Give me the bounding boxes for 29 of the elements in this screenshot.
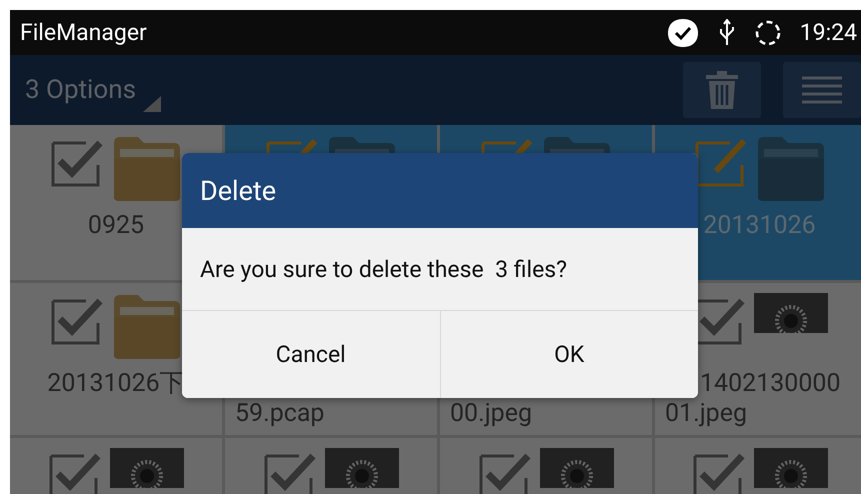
folder-icon [756, 135, 826, 203]
sync-icon [754, 18, 782, 46]
file-name: 20131026 [703, 211, 816, 241]
clock-time: 19:24 [800, 19, 857, 46]
folder-icon [112, 135, 182, 203]
app-title: FileManager [20, 19, 148, 46]
image-thumbnail-icon [754, 293, 828, 333]
trash-icon [705, 71, 739, 109]
cancel-button[interactable]: Cancel [182, 311, 440, 398]
menu-button[interactable] [783, 62, 861, 118]
menu-icon [802, 75, 842, 105]
file-name: 01.jpeg [665, 399, 748, 429]
image-thumbnail-icon [754, 448, 828, 488]
delete-button[interactable] [683, 62, 761, 118]
selection-dropdown[interactable]: 3 Options [25, 62, 161, 118]
file-name: 0925 [88, 211, 144, 241]
ok-button[interactable]: OK [440, 311, 698, 398]
usb-icon [718, 18, 736, 46]
image-thumbnail-icon [325, 448, 399, 488]
image-thumbnail-icon [540, 448, 614, 488]
file-name: 1402130000 [700, 369, 841, 399]
image-thumbnail-icon [110, 448, 184, 488]
file-name: 20131026下 [47, 369, 185, 399]
chat-check-icon [666, 16, 700, 48]
file-name: 59.pcap [235, 399, 324, 429]
folder-icon [112, 293, 182, 361]
dialog-title: Delete [182, 153, 698, 228]
dropdown-corner-icon [142, 96, 161, 112]
file-name: 00.jpeg [450, 399, 532, 429]
